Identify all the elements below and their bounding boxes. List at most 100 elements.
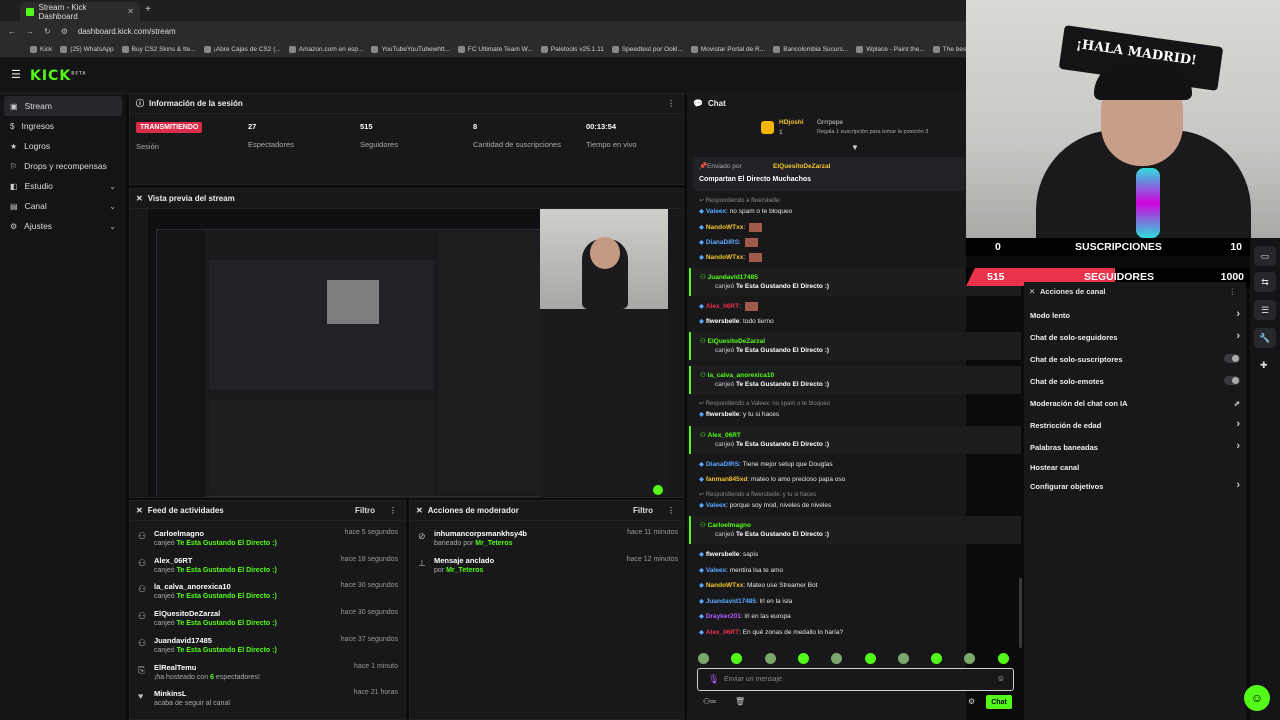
chat-username[interactable]: flwersbelle xyxy=(706,411,740,418)
bookmark-item[interactable]: Movistar Portal de R... xyxy=(690,45,765,53)
mod-by[interactable]: Mr_Teteros xyxy=(475,540,512,547)
chat-username[interactable]: Valeex xyxy=(706,208,726,215)
emoji-icon[interactable]: ☺ xyxy=(997,674,1005,683)
chat-username[interactable]: NandoWTxx xyxy=(706,254,744,261)
feed-user[interactable]: la_calva_anorexica10 xyxy=(154,582,231,591)
channel-action-0[interactable]: Modo lento › xyxy=(1030,308,1240,320)
trash-icon[interactable]: 🗑 xyxy=(735,697,745,706)
mod-row[interactable]: ⊥ Mensaje anclado por Mr_Teteros hace 12 mi… xyxy=(418,556,678,582)
feed-user[interactable]: Alex_06RT xyxy=(154,556,192,565)
feed-user[interactable]: ElRealTemu xyxy=(154,663,196,672)
feed-user[interactable]: Carloelmagno xyxy=(154,529,204,538)
chat-username[interactable]: NandoWTxx xyxy=(706,224,744,231)
sidebar-item-ajustes[interactable]: ⚙ Ajustes ⌄ xyxy=(0,216,126,236)
rail-list-icon[interactable]: ☰ xyxy=(1254,300,1276,320)
chat-message[interactable]: ◆ flwersbelle: y tu si haces xyxy=(699,410,1019,418)
chat-message[interactable]: ◆ Valeex: porque soy mod, niveles de niv… xyxy=(699,501,1019,509)
chat-message[interactable]: ◆ Alex_06RT: En qué zonas de medallo lo … xyxy=(699,628,1019,636)
bookmark-item[interactable]: Amazon.com en esp... xyxy=(288,45,363,53)
emote-icon[interactable] xyxy=(931,653,943,664)
chat-username[interactable]: Drayker201 xyxy=(706,613,741,620)
toggle-switch[interactable] xyxy=(1224,354,1240,363)
kick-logo[interactable]: KICKBETA xyxy=(30,68,86,84)
mod-user[interactable]: inhumancorpsmankhsy4b xyxy=(434,529,527,538)
channel-action-7[interactable]: Hostear canal xyxy=(1030,463,1240,472)
close-icon[interactable]: ✕ xyxy=(136,194,143,203)
emote-icon[interactable] xyxy=(698,653,709,664)
chat-message[interactable]: ⚇ Alex_06RT xyxy=(700,431,1020,439)
more-icon[interactable]: ⋮ xyxy=(1229,287,1237,296)
chat-username[interactable]: Alex_06RT xyxy=(706,303,739,310)
feed-user[interactable]: Juandavid17485 xyxy=(154,636,212,645)
reply-context[interactable]: ↩ Respondiendo a Valeex: no spam o te bl… xyxy=(699,400,1019,407)
close-icon[interactable]: ✕ xyxy=(416,506,423,515)
reply-context[interactable]: ↩ Respondiendo a flwersbelle: y tu si ha… xyxy=(699,491,1019,498)
mod-by[interactable]: Mr_Teteros xyxy=(446,567,483,574)
emote-icon[interactable] xyxy=(997,653,1009,664)
chat-input[interactable]: 🎙 Enviar un mensaje ☺ xyxy=(697,668,1014,691)
mod-filter-button[interactable]: Filtro xyxy=(633,506,653,515)
more-icon[interactable]: ⋮ xyxy=(667,506,675,515)
reload-icon[interactable]: ↻ xyxy=(44,27,51,36)
new-tab-icon[interactable]: + xyxy=(145,4,151,15)
sidebar-item-stream[interactable]: ▣ Stream xyxy=(4,96,122,116)
settings-icon[interactable]: ⚙ xyxy=(968,697,975,706)
pinned-message[interactable]: 📌 Enviado por ElQuesitoDeZarzal Comparta… xyxy=(693,157,965,191)
chat-message[interactable]: ◆ flwersbelle: sapis xyxy=(699,550,1019,558)
emote-icon[interactable] xyxy=(797,653,809,664)
chat-username[interactable]: fanman845xd xyxy=(706,476,748,483)
bookmark-item[interactable]: Bancolombia Sucurs... xyxy=(773,45,848,53)
mic-icon[interactable]: 🎙 xyxy=(708,674,719,685)
feed-row[interactable]: ⚇ la_calva_anorexica10 canjeó Te Esta Gust… xyxy=(138,582,398,608)
chat-username[interactable]: Alex_06RT xyxy=(706,629,739,636)
channel-action-5[interactable]: Restricción de edad › xyxy=(1030,418,1240,430)
feed-row[interactable]: ⚇ Carloelmagno canjeó Te Esta Gustando El … xyxy=(138,529,398,555)
chat-username[interactable]: Juandavid17485 xyxy=(706,598,756,605)
url-field[interactable]: dashboard.kick.com/stream xyxy=(78,27,176,36)
bookmark-item[interactable]: Wplace - Paint the... xyxy=(856,45,925,53)
chat-scrollbar[interactable] xyxy=(1019,578,1022,648)
sidebar-item-estudio[interactable]: ◧ Estudio ⌄ xyxy=(0,176,126,196)
emote-icon[interactable] xyxy=(897,653,909,664)
feed-row[interactable]: ⚇ Juandavid17485 canjeó Te Esta Gustando E… xyxy=(138,636,398,662)
bookmark-item[interactable]: ¡Abre Cajas de CS2 (... xyxy=(203,45,281,53)
close-icon[interactable]: ✕ xyxy=(1029,287,1035,296)
stream-preview-video[interactable] xyxy=(148,209,668,497)
rail-chat-icon[interactable]: ▭ xyxy=(1254,246,1276,266)
bookmark-item[interactable]: The best ChatBot an... xyxy=(932,45,966,53)
more-icon[interactable]: ⋮ xyxy=(389,506,397,515)
chat-message[interactable]: ◆ Drayker201: lrl en las europa xyxy=(699,612,1019,620)
chevron-down-icon[interactable]: ⌄ xyxy=(109,182,116,191)
emote-icon[interactable] xyxy=(964,653,976,664)
chat-username[interactable]: Valeex xyxy=(706,567,726,574)
chat-message[interactable]: ◆ DianaDIRS: Tiene mejor setup que Dougl… xyxy=(699,460,1019,468)
chat-username[interactable]: Alex_06RT xyxy=(708,432,741,439)
browser-tab[interactable]: Stream - Kick Dashboard ✕ xyxy=(20,2,140,21)
toggle-switch[interactable] xyxy=(1224,376,1240,385)
sidebar-item-drops[interactable]: ⚐ Drops y recompensas xyxy=(0,156,126,176)
forward-icon[interactable]: → xyxy=(26,27,34,36)
bookmark-item[interactable]: Speedtest por Ookl... xyxy=(611,45,683,53)
bookmark-item[interactable]: Paletools v25.1.11 xyxy=(540,45,604,53)
feed-row[interactable]: ⎘ ElRealTemu ¡ha hosteado con 6 espectador… xyxy=(138,663,398,689)
chat-message[interactable]: ⚇ la_calva_anorexica10 xyxy=(700,371,1020,379)
sidebar-item-canal[interactable]: ▤ Canal ⌄ xyxy=(0,196,126,216)
chat-username[interactable]: flwersbelle xyxy=(706,551,740,558)
chat-message[interactable]: ⚇ ElQuesitoDeZarzal xyxy=(700,337,1020,345)
channel-action-2[interactable]: Chat de solo-suscriptores xyxy=(1030,354,1240,364)
channel-action-8[interactable]: Configurar objetivos › xyxy=(1030,479,1240,491)
rail-add-icon[interactable]: ✚ xyxy=(1260,360,1268,371)
help-button[interactable]: ☺ xyxy=(1244,685,1270,711)
chat-username[interactable]: Valeex xyxy=(706,502,726,509)
mod-user[interactable]: Mensaje anclado xyxy=(434,556,494,565)
chat-message[interactable]: ◆ fanman845xd: mateo lo amo precioso pap… xyxy=(699,475,1019,483)
channel-action-1[interactable]: Chat de solo-seguidores › xyxy=(1030,330,1240,342)
emote-icon[interactable] xyxy=(831,653,843,664)
mod-row[interactable]: ⊘ inhumancorpsmankhsy4b baneado por Mr_Tet… xyxy=(418,529,678,555)
back-icon[interactable]: ← xyxy=(8,27,16,36)
menu-icon[interactable]: ☰ xyxy=(11,68,21,81)
chat-username[interactable]: la_calva_anorexica10 xyxy=(708,372,775,379)
sidebar-item-ingresos[interactable]: $ Ingresos xyxy=(0,116,126,136)
close-icon[interactable]: ✕ xyxy=(127,7,134,16)
rail-wrench-icon[interactable]: 🔧 xyxy=(1254,328,1276,348)
